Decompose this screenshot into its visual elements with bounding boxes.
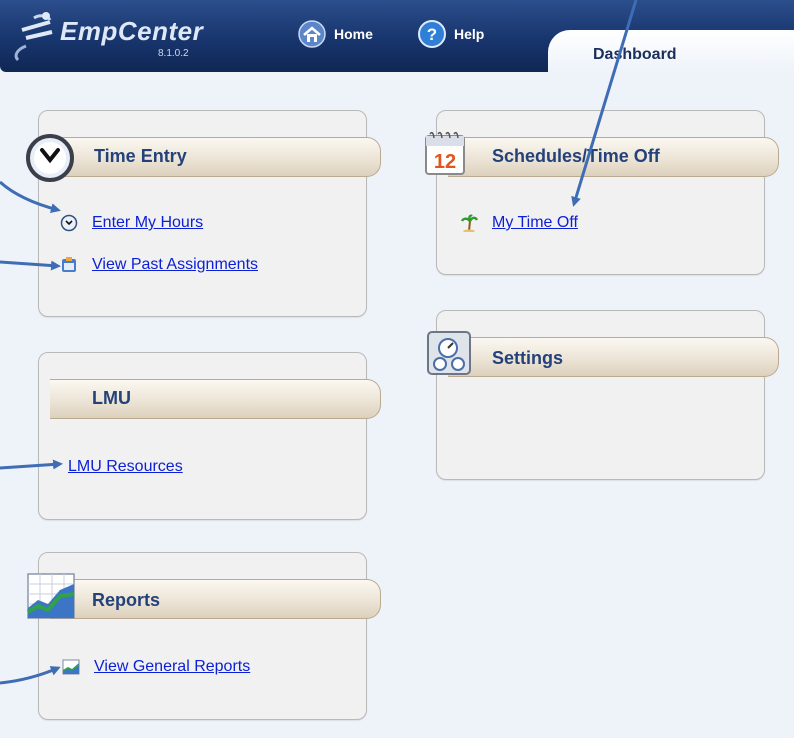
- view-past-assignments-link[interactable]: View Past Assignments: [92, 256, 258, 274]
- lmu-resources-link[interactable]: LMU Resources: [68, 458, 183, 476]
- palm-tree-icon: [460, 214, 478, 232]
- settings-panel: [436, 310, 765, 480]
- time-entry-title: Time Entry: [94, 146, 187, 166]
- lmu-panel: [38, 352, 367, 520]
- calendar-briefcase-icon: [62, 257, 76, 272]
- enter-my-hours-row[interactable]: Enter My Hours: [60, 214, 203, 232]
- settings-title: Settings: [492, 348, 564, 368]
- my-time-off-row[interactable]: My Time Off: [460, 214, 578, 232]
- reports-panel: [38, 552, 367, 720]
- view-general-reports-row[interactable]: View General Reports: [62, 658, 250, 676]
- chart-icon: [26, 573, 75, 619]
- lmu-resources-row[interactable]: LMU Resources: [68, 458, 183, 476]
- clock-icon: [26, 134, 74, 182]
- home-link[interactable]: Home: [298, 20, 373, 48]
- lmu-title: LMU: [92, 388, 131, 408]
- help-label: Help: [454, 26, 485, 42]
- top-header: EmpCenter 8.1.0.2 Home ? Help Dashboard: [0, 0, 794, 72]
- view-past-assignments-row[interactable]: View Past Assignments: [60, 256, 258, 274]
- reports-title: Reports: [92, 590, 161, 610]
- view-general-reports-link[interactable]: View General Reports: [94, 658, 250, 676]
- home-icon: [298, 20, 326, 48]
- running-figure-icon: [14, 12, 53, 62]
- my-time-off-link[interactable]: My Time Off: [492, 214, 578, 232]
- enter-my-hours-link[interactable]: Enter My Hours: [92, 214, 203, 232]
- svg-text:?: ?: [427, 25, 437, 44]
- app-version: 8.1.0.2: [158, 48, 189, 59]
- schedules-title: Schedules/Time Off: [492, 146, 660, 166]
- help-link[interactable]: ? Help: [418, 20, 485, 48]
- calendar-icon: 12: [425, 131, 465, 175]
- help-icon: ?: [418, 20, 446, 48]
- tab-dashboard[interactable]: Dashboard: [548, 30, 794, 72]
- gauges-icon: [427, 331, 471, 375]
- clock-icon: [60, 214, 78, 232]
- tab-dashboard-label: Dashboard: [593, 46, 677, 63]
- app-name: EmpCenter: [60, 16, 204, 46]
- home-label: Home: [334, 26, 373, 42]
- empcenter-logo[interactable]: EmpCenter 8.1.0.2: [12, 10, 257, 62]
- svg-text:12: 12: [434, 151, 456, 173]
- chart-icon: [62, 659, 80, 675]
- schedules-panel: [436, 110, 765, 275]
